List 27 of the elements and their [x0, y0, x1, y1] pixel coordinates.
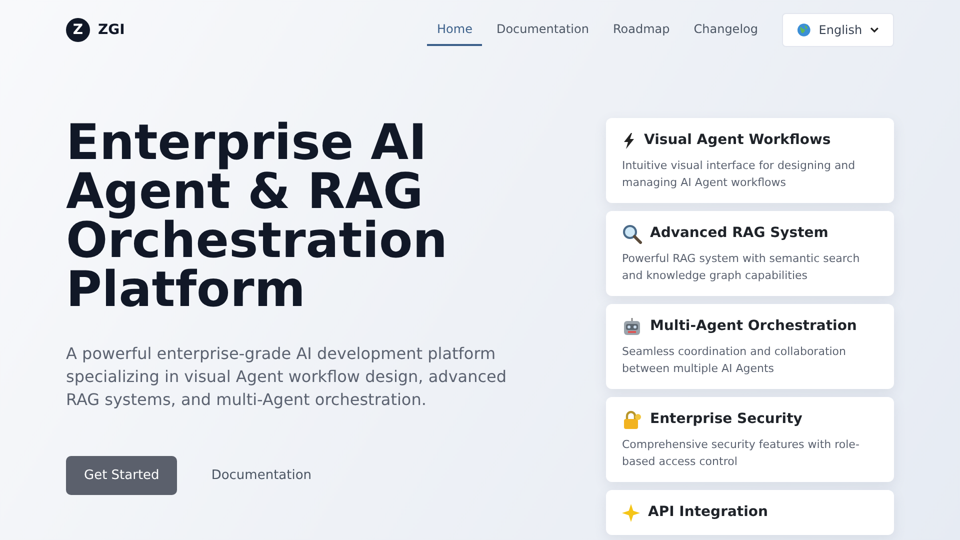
language-select[interactable]: English	[782, 13, 894, 47]
nav-link[interactable]: Roadmap	[602, 14, 680, 46]
documentation-link[interactable]: Documentation	[193, 456, 330, 496]
sparkle-icon	[622, 504, 640, 522]
lightning-icon	[622, 132, 636, 148]
feature-description: Comprehensive security features with role-based access control	[622, 437, 860, 470]
globe-icon	[797, 23, 811, 37]
brand-name[interactable]: ZGI	[98, 20, 125, 40]
nav-link[interactable]: Home	[427, 14, 482, 46]
feature-title: Advanced RAG System	[650, 224, 828, 244]
feature-title: Visual Agent Workflows	[644, 131, 831, 150]
feature-description: Powerful RAG system with semantic search and knowledge graph capabilities	[622, 251, 861, 284]
nav-link[interactable]: Documentation	[486, 14, 599, 46]
lock-icon	[622, 410, 642, 430]
get-started-button[interactable]: Get Started	[66, 456, 178, 496]
nav-link[interactable]: Changelog	[684, 14, 768, 46]
feature-title: Enterprise Security	[650, 410, 802, 430]
feature-title: Multi-Agent Orchestration	[650, 317, 857, 336]
hero-title: Enterprise AI Agent & RAG Orchestration Platform	[66, 118, 449, 314]
feature-title: API Integration	[648, 503, 768, 522]
hero-subtitle: A powerful enterprise-grade AI development platform specializing in visual Agent workflow design, advanced RAG systems, and multi-Agent orchestration.	[66, 343, 508, 412]
feature-description: Intuitive visual interface for designing and managing AI Agent workflows	[622, 158, 856, 192]
feature-description: Seamless coordination and collaboration between multiple AI Agents	[622, 344, 848, 378]
chevron-icon	[870, 27, 879, 33]
search-icon	[622, 224, 642, 244]
robot-icon	[622, 316, 642, 337]
logo-icon[interactable]: Z	[66, 18, 90, 42]
